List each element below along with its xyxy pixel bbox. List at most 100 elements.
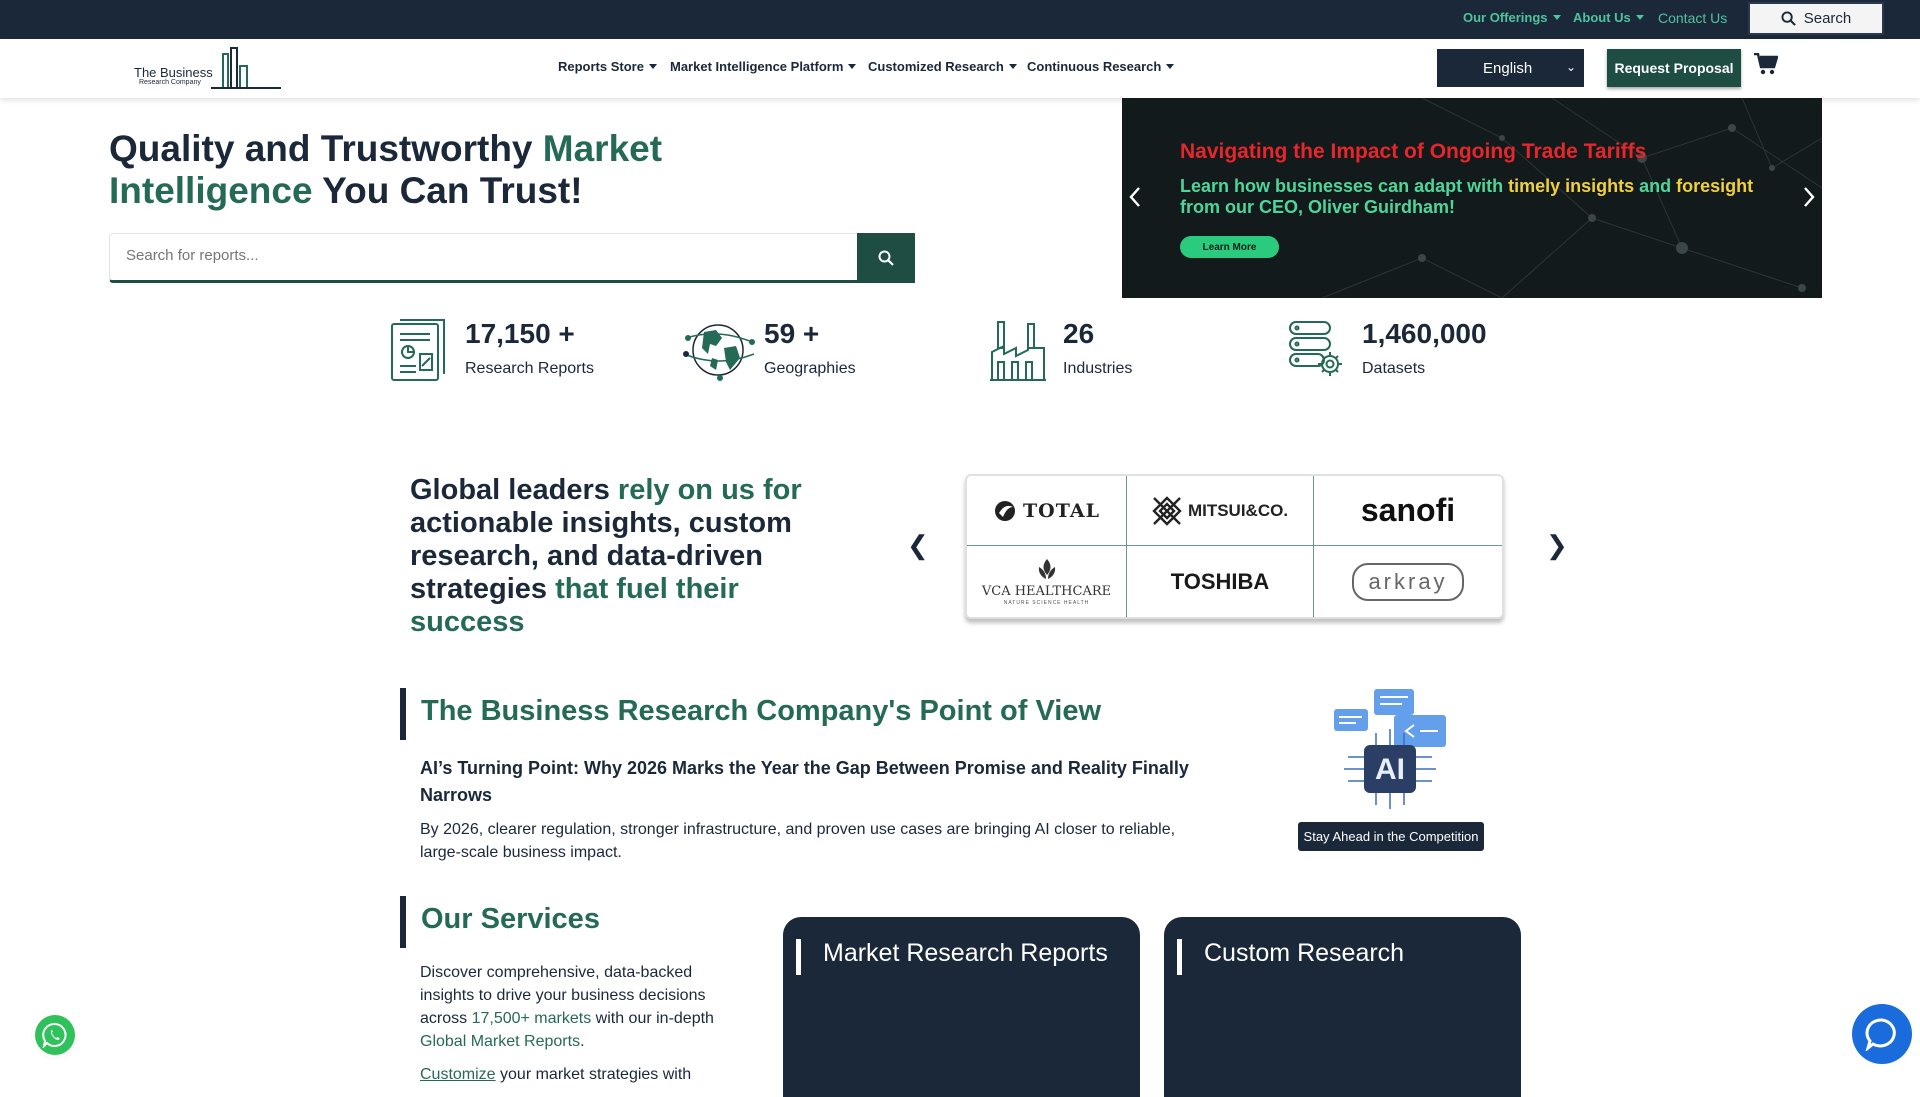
hero-title-part: You Can Trust! [312, 170, 583, 211]
section-accent-bar [400, 896, 406, 948]
service-card-title: Market Research Reports [823, 939, 1108, 967]
banner-sub-highlight: foresight [1676, 176, 1754, 196]
stat-label: Industries [1063, 360, 1133, 377]
logo-vca-subtext: NATURE SCIENCE HEALTH [1003, 600, 1090, 606]
chat-bubble-icon [1865, 1018, 1896, 1051]
top-search-button[interactable]: Search [1748, 2, 1884, 35]
leaders-highlight: rely on us for [617, 474, 802, 506]
hero-title-highlight: Intelligence [109, 170, 313, 211]
promo-banner: Navigating the Impact of Ongoing Trade T… [1122, 98, 1822, 298]
nav-customized-research[interactable]: Customized Research [868, 59, 1017, 74]
markets-link[interactable]: 17,500+ markets [472, 1010, 592, 1027]
caret-down-icon [1166, 64, 1175, 69]
ai-chip-illustration: AI [1334, 689, 1446, 809]
nav-label: Customized Research [868, 59, 1004, 74]
nav-continuous-research[interactable]: Continuous Research [1027, 59, 1175, 74]
logo-sanofi: sanofi [1314, 476, 1502, 546]
logo-arkray-text: arkray [1352, 562, 1464, 601]
top-search-label: Search [1803, 10, 1852, 27]
services-desc-text: with our in-depth [591, 1010, 714, 1027]
stay-ahead-label: Stay Ahead in the Competition [1303, 829, 1479, 844]
logo-vca-text: VCA HEALTHCARE [981, 584, 1112, 599]
nav-market-intelligence[interactable]: Market Intelligence Platform [670, 59, 857, 74]
stat-label: Research Reports [465, 360, 594, 377]
caret-down-icon [1008, 64, 1017, 69]
service-card-custom-research[interactable]: Custom Research [1164, 917, 1521, 1097]
whatsapp-icon [42, 1022, 67, 1048]
banner-sub-text: from our CEO, Oliver Guirdham! [1180, 197, 1456, 217]
logo-mitsui-text: MITSUI&CO. [1187, 500, 1289, 520]
services-desc-text: . [580, 1033, 585, 1050]
language-value: English [1483, 59, 1533, 77]
card-accent-bar [1177, 939, 1182, 975]
stat-value: 59 + [764, 318, 820, 349]
main-nav: The Business Research Company Reports St… [0, 39, 1920, 98]
logo-toshiba: TOSHIBA [1127, 546, 1314, 617]
services-section-title: Our Services [421, 903, 600, 935]
chevron-right-icon: ❯ [1546, 530, 1568, 560]
contact-us-label: Contact Us [1658, 10, 1728, 26]
nav-label: Market Intelligence Platform [670, 59, 844, 74]
report-document-icon [391, 319, 445, 381]
stay-ahead-badge[interactable]: Stay Ahead in the Competition [1298, 822, 1484, 851]
learn-more-label: Learn More [1202, 241, 1257, 253]
company-logo[interactable]: The Business Research Company [133, 46, 283, 92]
hero-title-part: Quality and Trustworthy [109, 128, 543, 169]
top-bar: Our Offerings About Us Contact Us Search [0, 0, 1920, 39]
stat-industries: 26 Industries [990, 318, 1170, 382]
contact-us-link[interactable]: Contact Us [1658, 10, 1727, 26]
chevron-left-icon [1129, 187, 1140, 207]
logos-next-arrow[interactable]: ❯ [1546, 530, 1568, 561]
mitsui-emblem-icon [1152, 495, 1182, 526]
global-market-reports-link[interactable]: Global Market Reports [420, 1033, 580, 1050]
leaders-text-part: Global leaders [410, 474, 618, 506]
pov-article-description: By 2026, clearer regulation, stronger in… [420, 821, 1176, 861]
logo-total-text: TOTAL [1023, 499, 1100, 522]
logo-total: TOTAL [967, 476, 1127, 546]
nav-label: Continuous Research [1027, 59, 1162, 74]
report-search-button[interactable] [857, 233, 915, 283]
stat-label: Datasets [1362, 360, 1426, 377]
client-logos-grid: TOTAL MITSUI&CO. sanofi VCA HEALTHCARE N… [965, 474, 1504, 619]
our-offerings-link[interactable]: Our Offerings [1463, 10, 1561, 25]
pov-section-title: The Business Research Company's Point of… [421, 695, 1101, 727]
caret-down-icon [648, 64, 657, 69]
service-card-title: Custom Research [1204, 939, 1405, 967]
chevron-left-icon: ❮ [907, 530, 929, 560]
database-gear-icon [1289, 321, 1342, 376]
logos-prev-arrow[interactable]: ❮ [907, 530, 929, 561]
language-select[interactable]: English ⌄ [1437, 49, 1584, 87]
our-offerings-label: Our Offerings [1463, 10, 1548, 25]
logo-text-line1: The Business [134, 65, 213, 80]
section-accent-bar [400, 688, 406, 740]
chevron-right-icon [1804, 187, 1815, 207]
banner-next-arrow[interactable] [1802, 186, 1816, 214]
cart-icon[interactable] [1754, 52, 1779, 80]
search-icon [1781, 11, 1796, 26]
logo-toshiba-text: TOSHIBA [1170, 568, 1270, 594]
leaders-heading: Global leaders rely on us for actionable… [410, 474, 820, 639]
service-card-market-research-reports[interactable]: Market Research Reports [783, 917, 1140, 1097]
caret-down-icon [848, 64, 857, 69]
pov-article-title[interactable]: AI’s Turning Point: Why 2026 Marks the Y… [420, 755, 1220, 809]
stat-value: 1,460,000 [1362, 318, 1487, 349]
nav-reports-store[interactable]: Reports Store [558, 59, 657, 74]
banner-prev-arrow[interactable] [1128, 186, 1142, 214]
logo-vca-healthcare: VCA HEALTHCARE NATURE SCIENCE HEALTH [967, 546, 1127, 617]
live-chat-button[interactable] [1852, 1004, 1912, 1064]
customize-link[interactable]: Customize [420, 1066, 496, 1083]
hero-title-highlight: Market [542, 128, 663, 169]
globe-icon [683, 324, 755, 381]
caret-down-icon [1635, 15, 1644, 20]
about-us-link[interactable]: About Us [1573, 10, 1644, 25]
about-us-label: About Us [1573, 10, 1631, 25]
banner-sub-highlight: timely insights [1508, 176, 1635, 196]
request-proposal-button[interactable]: Request Proposal [1607, 49, 1741, 87]
logo-mitsui: MITSUI&CO. [1127, 476, 1314, 546]
report-search-input[interactable] [124, 246, 804, 265]
request-proposal-label: Request Proposal [1614, 60, 1734, 76]
whatsapp-button[interactable] [35, 1015, 75, 1055]
nav-label: Reports Store [558, 59, 644, 74]
services-description: Discover comprehensive, data-backed insi… [420, 961, 750, 1053]
learn-more-button[interactable]: Learn More [1180, 236, 1279, 258]
